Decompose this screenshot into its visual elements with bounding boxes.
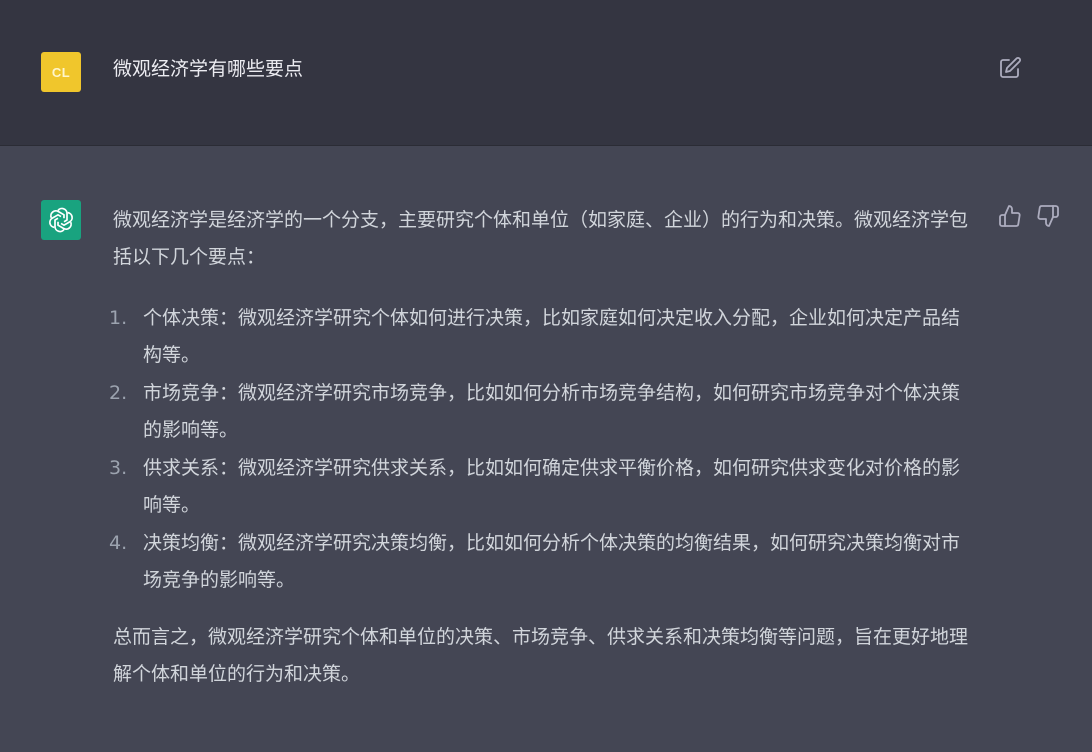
user-avatar-initials: CL: [51, 64, 71, 80]
list-item: 2. 市场竞争：微观经济学研究市场竞争，比如如何分析市场竞争结构，如何研究市场竞…: [109, 375, 977, 449]
user-avatar: CL: [41, 52, 81, 92]
list-item: 3. 供求关系：微观经济学研究供求关系，比如如何确定供求平衡价格，如何研究供求变…: [109, 450, 977, 524]
assistant-answer: 微观经济学是经济学的一个分支，主要研究个体和单位（如家庭、企业）的行为和决策。微…: [109, 202, 977, 693]
list-item-number: 4.: [109, 532, 128, 554]
edit-icon[interactable]: [998, 56, 1022, 80]
thumbs-down-icon[interactable]: [1036, 204, 1060, 228]
chat-page: CL 微观经济学有哪些要点 微观经济学是经济学的一个分支，主要研究个体和单位（如…: [0, 0, 1092, 752]
list-item-number: 3.: [109, 457, 128, 479]
user-message-text: 微观经济学有哪些要点: [113, 58, 304, 80]
assistant-message-row: 微观经济学是经济学的一个分支，主要研究个体和单位（如家庭、企业）的行为和决策。微…: [0, 146, 1092, 752]
list-item-text: 市场竞争：微观经济学研究市场竞争，比如如何分析市场竞争结构，如何研究市场竞争对个…: [143, 382, 961, 441]
list-item-text: 决策均衡：微观经济学研究决策均衡，比如如何分析个体决策的均衡结果，如何研究决策均…: [143, 532, 961, 591]
thumbs-up-icon[interactable]: [998, 204, 1022, 228]
list-item-number: 1.: [109, 307, 128, 329]
answer-conclusion: 总而言之，微观经济学研究个体和单位的决策、市场竞争、供求关系和决策均衡等问题，旨…: [113, 626, 969, 685]
list-item: 1. 个体决策：微观经济学研究个体如何进行决策，比如家庭如何决定收入分配，企业如…: [109, 300, 977, 374]
list-item: 4. 决策均衡：微观经济学研究决策均衡，比如如何分析个体决策的均衡结果，如何研究…: [109, 525, 977, 599]
list-item-text: 供求关系：微观经济学研究供求关系，比如如何确定供求平衡价格，如何研究供求变化对价…: [143, 457, 961, 516]
list-item-number: 2.: [109, 382, 128, 404]
user-message-row: CL 微观经济学有哪些要点: [0, 0, 1092, 146]
answer-points-list: 1. 个体决策：微观经济学研究个体如何进行决策，比如家庭如何决定收入分配，企业如…: [109, 300, 977, 599]
answer-intro: 微观经济学是经济学的一个分支，主要研究个体和单位（如家庭、企业）的行为和决策。微…: [113, 209, 969, 268]
openai-logo-icon: [47, 206, 75, 234]
assistant-avatar: [41, 200, 81, 240]
list-item-text: 个体决策：微观经济学研究个体如何进行决策，比如家庭如何决定收入分配，企业如何决定…: [143, 307, 961, 366]
